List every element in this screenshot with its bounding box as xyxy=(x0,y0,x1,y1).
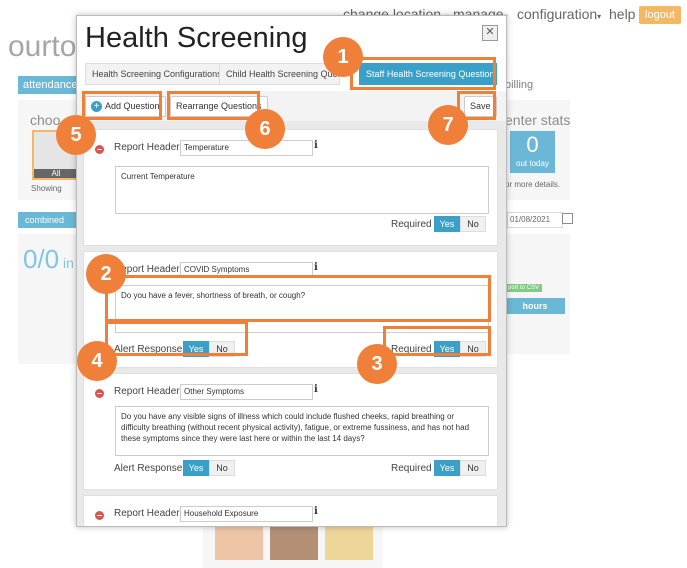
tab-child-health-screening-questions[interactable]: Child Health Screening Questions xyxy=(219,63,340,85)
highlight-add-question xyxy=(82,91,162,120)
callout-5: 5 xyxy=(56,115,96,155)
required-label: Required xyxy=(391,219,432,230)
alert-no-button[interactable]: No xyxy=(209,460,235,476)
highlight-rearrange xyxy=(167,91,260,120)
question-text-area[interactable]: Current Temperature xyxy=(115,166,489,214)
info-icon[interactable]: i xyxy=(314,506,318,517)
question-card-temperature: Report Header Temperature i Current Temp… xyxy=(83,129,498,246)
question-card-household-exposure: Report Header Household Exposure i xyxy=(83,495,498,526)
callout-6: 6 xyxy=(245,109,285,149)
highlight-question-text xyxy=(105,275,491,322)
report-header-label: Report Header xyxy=(114,142,180,153)
highlight-required xyxy=(383,326,491,356)
required-yes-button[interactable]: Yes xyxy=(434,216,460,232)
callout-4: 4 xyxy=(77,341,117,381)
required-no-button[interactable]: No xyxy=(460,460,486,476)
modal-title: Health Screening xyxy=(85,22,308,54)
required-yes-button[interactable]: Yes xyxy=(434,460,460,476)
callout-2: 2 xyxy=(86,254,126,294)
callout-7: 7 xyxy=(428,105,468,145)
report-header-input[interactable]: Household Exposure xyxy=(180,506,313,522)
tab-health-screening-configurations[interactable]: Health Screening Configurations xyxy=(85,63,223,85)
question-text-area[interactable]: Do you have any visible signs of illness… xyxy=(115,406,489,456)
report-header-input[interactable]: Temperature xyxy=(180,140,313,156)
callout-3: 3 xyxy=(357,344,397,384)
report-header-label: Report Header xyxy=(114,508,180,519)
close-icon[interactable]: ✕ xyxy=(482,25,498,41)
required-no-button[interactable]: No xyxy=(460,216,486,232)
report-header-input[interactable]: Other Symptoms xyxy=(180,384,313,400)
info-icon[interactable]: i xyxy=(314,384,318,395)
highlight-alert-response xyxy=(105,321,248,356)
delete-icon[interactable] xyxy=(95,389,104,398)
highlight-staff-tab xyxy=(350,57,496,90)
info-icon[interactable]: i xyxy=(314,262,318,273)
alert-response-label: Alert Response xyxy=(114,463,183,474)
report-header-label: Report Header xyxy=(114,386,180,397)
delete-icon[interactable] xyxy=(95,511,104,520)
required-label: Required xyxy=(391,463,432,474)
delete-icon[interactable] xyxy=(95,145,104,154)
alert-yes-button[interactable]: Yes xyxy=(183,460,209,476)
question-card-other-symptoms: Report Header Other Symptoms i Do you ha… xyxy=(83,373,498,490)
info-icon[interactable]: i xyxy=(314,140,318,151)
callout-1: 1 xyxy=(323,37,363,77)
